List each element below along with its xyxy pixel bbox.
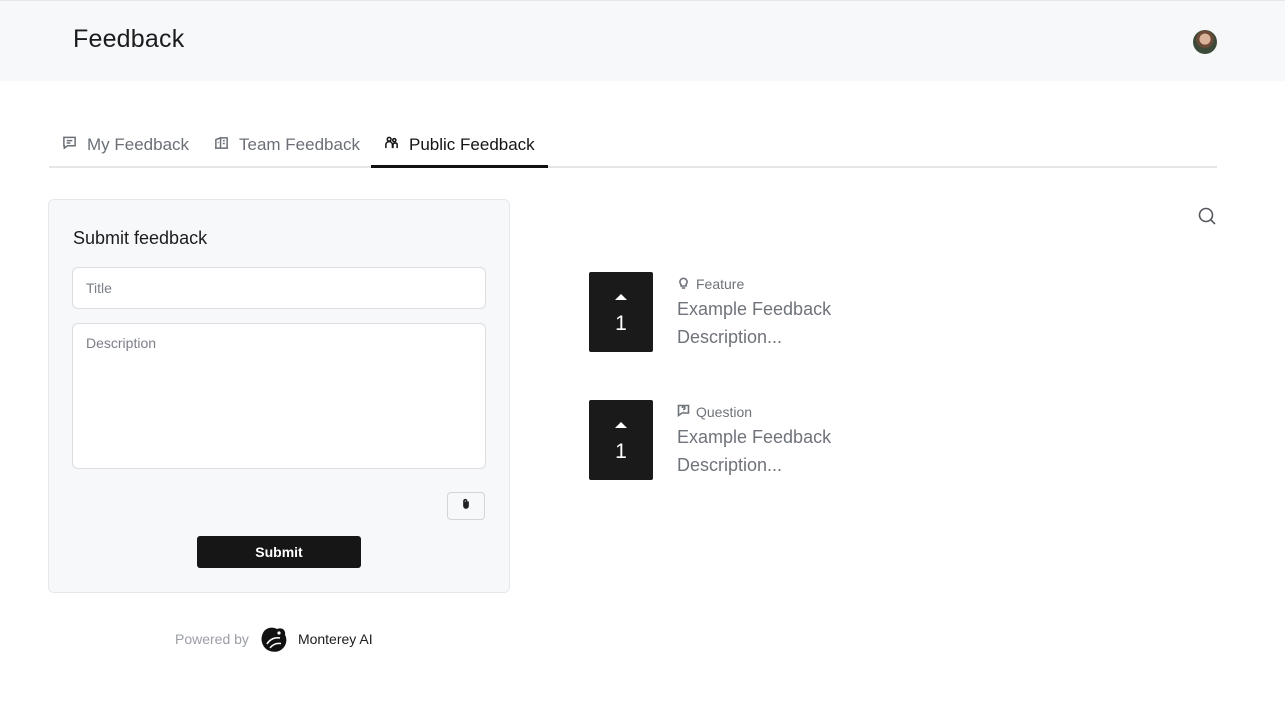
vote-count: 1 bbox=[615, 312, 627, 335]
tab-my-feedback[interactable]: My Feedback bbox=[62, 122, 189, 168]
submit-button[interactable]: Submit bbox=[197, 536, 361, 568]
building-icon bbox=[214, 135, 229, 155]
feedback-title[interactable]: Example Feedback bbox=[677, 427, 831, 448]
tab-label: Team Feedback bbox=[239, 135, 360, 154]
page-title: Feedback bbox=[73, 25, 185, 53]
tab-team-feedback[interactable]: Team Feedback bbox=[214, 122, 360, 168]
powered-by: Powered by Monterey AI bbox=[175, 623, 373, 655]
tab-label: Public Feedback bbox=[409, 135, 535, 154]
attach-file-button[interactable] bbox=[447, 492, 485, 520]
panel-heading: Submit feedback bbox=[73, 228, 208, 248]
tab-label: My Feedback bbox=[87, 135, 190, 154]
upvote-button[interactable]: 1 bbox=[589, 272, 653, 352]
monterey-logo-icon bbox=[259, 624, 289, 654]
feedback-item: 1 Question Example Feedback Description.… bbox=[589, 400, 1209, 480]
title-input[interactable] bbox=[72, 267, 486, 309]
upvote-button[interactable]: 1 bbox=[589, 400, 653, 480]
user-avatar[interactable] bbox=[1193, 30, 1217, 54]
top-header: Feedback bbox=[0, 0, 1285, 81]
feedback-item: 1 Feature Example Feedback Description..… bbox=[589, 272, 1209, 352]
message-question-icon bbox=[677, 404, 690, 420]
feedback-type: Feature bbox=[677, 276, 744, 292]
upvote-arrow-icon bbox=[615, 294, 627, 300]
feedback-type-label: Feature bbox=[696, 276, 745, 292]
message-square-icon bbox=[62, 135, 77, 155]
search-button[interactable] bbox=[1196, 205, 1218, 227]
feedback-description: Description... bbox=[677, 455, 783, 475]
paperclip-icon bbox=[460, 497, 472, 515]
feedback-title[interactable]: Example Feedback bbox=[677, 299, 831, 320]
brand-name: Monterey AI bbox=[297, 631, 373, 647]
upvote-arrow-icon bbox=[615, 422, 627, 428]
active-tab-indicator bbox=[371, 165, 548, 168]
vote-count: 1 bbox=[615, 440, 627, 463]
lightbulb-icon bbox=[677, 276, 690, 292]
description-input[interactable] bbox=[72, 323, 486, 469]
feedback-type: Question bbox=[677, 404, 752, 420]
users-icon bbox=[384, 135, 399, 155]
feedback-tabs: My Feedback Team Feedback Public Feedbac… bbox=[49, 122, 1217, 168]
feedback-description: Description... bbox=[677, 327, 783, 347]
search-icon bbox=[1196, 207, 1218, 231]
powered-by-text: Powered by bbox=[175, 631, 249, 647]
submit-feedback-panel: Submit feedback Submit bbox=[48, 199, 510, 593]
tab-public-feedback[interactable]: Public Feedback bbox=[384, 122, 535, 168]
feedback-type-label: Question bbox=[696, 404, 753, 420]
